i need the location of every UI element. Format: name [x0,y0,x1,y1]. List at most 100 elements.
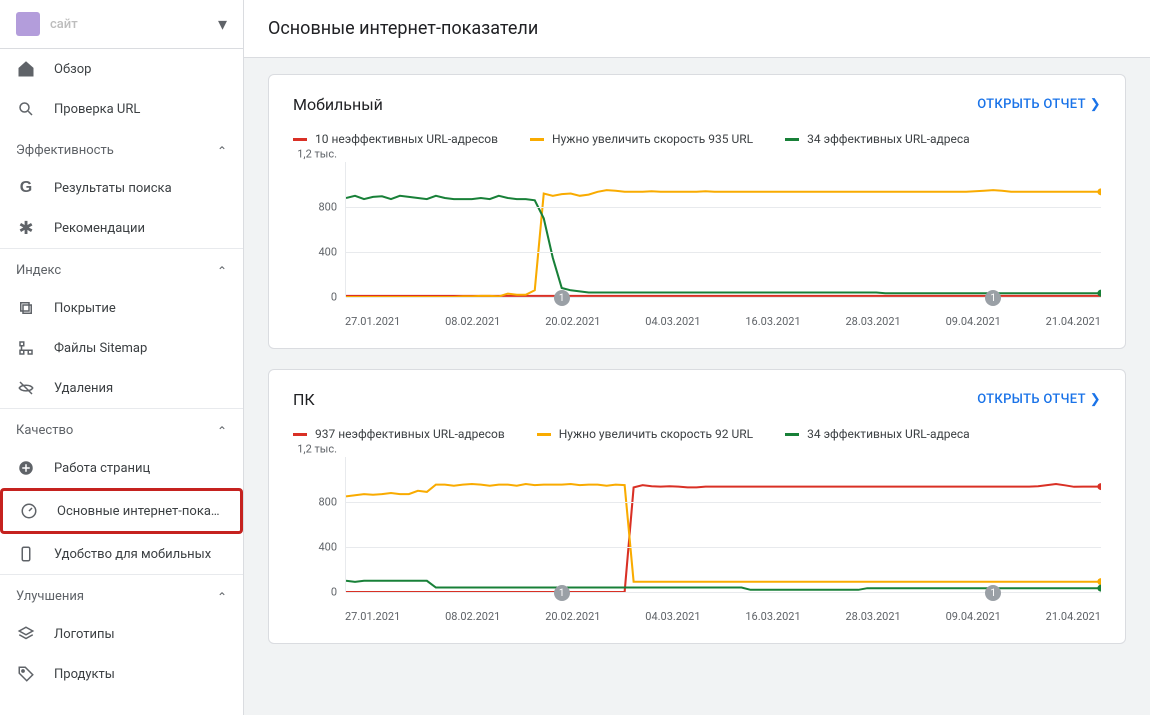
sidebar-item-label: Файлы Sitemap [54,341,227,356]
sitemap-icon [16,338,36,358]
x-tick: 08.02.2021 [445,610,500,623]
g-icon: G [16,178,36,198]
section-title: Индекс [16,263,217,278]
x-tick: 04.03.2021 [645,610,700,623]
legend-swatch [293,138,307,141]
sidebar-item-label: Продукты [54,667,227,682]
y-tick: 0 [331,586,337,599]
x-tick: 16.03.2021 [745,315,800,328]
section-title: Эффективность [16,143,217,158]
page-title: Основные интернет-показатели [244,0,1150,58]
y-tick: 400 [318,246,337,259]
sidebar-item-label: Рекомендации [54,221,227,236]
sidebar-item-label: Работа страниц [54,461,227,476]
tag-icon [16,664,36,684]
x-tick: 04.03.2021 [645,315,700,328]
sidebar-item-sitemap[interactable]: Файлы Sitemap [0,328,243,368]
legend: 937 неэффективных URL-адресовНужно увели… [293,427,1101,441]
x-tick: 27.01.2021 [345,610,400,623]
sidebar-item-no-eye[interactable]: Удаления [0,368,243,408]
section-header[interactable]: Улучшения⌃ [0,574,243,614]
x-tick: 16.03.2021 [745,610,800,623]
plus-circle-icon [16,458,36,478]
legend-swatch [530,138,544,141]
legend-item: 10 неэффективных URL-адресов [293,132,498,146]
chart-marker[interactable]: 1 [554,585,570,601]
mobile-icon [16,544,36,564]
speed-icon [19,501,39,521]
section-title: Улучшения [16,589,217,604]
sidebar-item-asterisk[interactable]: ✱ Рекомендации [0,208,243,248]
y-tick-top: 1,2 тыс. [297,148,337,161]
search-icon [16,99,36,119]
report-card: ПК ОТКРЫТЬ ОТЧЕТ ❯ 937 неэффективных URL-… [268,369,1126,644]
x-tick: 20.02.2021 [545,315,600,328]
sidebar-item-label: Результаты поиска [54,181,227,196]
property-logo [16,12,40,36]
property-selector[interactable]: сайт ▾ [0,0,243,49]
x-tick: 28.03.2021 [845,610,900,623]
chevron-up-icon: ⌃ [217,144,227,158]
y-tick: 800 [318,496,337,509]
content: Мобильный ОТКРЫТЬ ОТЧЕТ ❯ 10 неэффективны… [244,58,1150,715]
sidebar-item-copy[interactable]: Покрытие [0,288,243,328]
x-tick: 08.02.2021 [445,315,500,328]
x-tick: 09.04.2021 [946,315,1001,328]
chevron-up-icon: ⌃ [217,264,227,278]
legend-label: Нужно увеличить скорость 935 URL [552,132,753,146]
sidebar-item-label: Проверка URL [54,102,227,117]
sidebar-item-label: Основные интернет-показ… [57,504,224,519]
sidebar-item-label: Покрытие [54,301,227,316]
section-title: Качество [16,423,217,438]
chevron-right-icon: ❯ [1090,392,1101,407]
chart: 1,2 тыс. 0400800 11 27.01.202108.02.2021… [293,457,1101,623]
sidebar-item-layers[interactable]: Логотипы [0,614,243,654]
legend-swatch [785,138,799,141]
legend-swatch [785,433,799,436]
chevron-up-icon: ⌃ [217,424,227,438]
chart-marker[interactable]: 1 [985,290,1001,306]
legend-swatch [537,433,551,436]
x-tick: 21.04.2021 [1046,315,1101,328]
legend-item: 937 неэффективных URL-адресов [293,427,505,441]
x-tick: 28.03.2021 [845,315,900,328]
sidebar-item-home[interactable]: Обзор [0,49,243,89]
sidebar-item-g[interactable]: G Результаты поиска [0,168,243,208]
section-header[interactable]: Эффективность⌃ [0,129,243,168]
property-name: сайт [50,17,218,32]
x-tick: 20.02.2021 [545,610,600,623]
open-report-button[interactable]: ОТКРЫТЬ ОТЧЕТ❯ [977,97,1101,112]
sidebar-item-label: Удобство для мобильных [54,547,227,562]
section-header[interactable]: Качество⌃ [0,408,243,448]
y-tick: 800 [318,201,337,214]
sidebar-item-speed[interactable]: Основные интернет-показ… [0,488,243,534]
card-title: ПК [293,390,977,409]
y-tick: 400 [318,541,337,554]
home-icon [16,59,36,79]
sidebar-item-label: Обзор [54,62,227,77]
open-report-label: ОТКРЫТЬ ОТЧЕТ [977,97,1086,112]
x-tick: 27.01.2021 [345,315,400,328]
sidebar-item-mobile[interactable]: Удобство для мобильных [0,534,243,574]
chart-marker[interactable]: 1 [985,585,1001,601]
chevron-up-icon: ⌃ [217,590,227,604]
no-eye-icon [16,378,36,398]
chart-marker[interactable]: 1 [554,290,570,306]
legend-item: 34 эффективных URL-адреса [785,427,970,441]
sidebar: сайт ▾ ОбзорПроверка URL Эффективность⌃G… [0,0,244,715]
layers-icon [16,624,36,644]
legend-swatch [293,433,307,436]
open-report-label: ОТКРЫТЬ ОТЧЕТ [977,392,1086,407]
y-tick: 0 [331,291,337,304]
card-title: Мобильный [293,95,977,114]
section-header[interactable]: Индекс⌃ [0,248,243,288]
sidebar-item-tag[interactable]: Продукты [0,654,243,694]
legend-label: 10 неэффективных URL-адресов [315,132,498,146]
legend-label: 34 эффективных URL-адреса [807,132,970,146]
sidebar-item-search[interactable]: Проверка URL [0,89,243,129]
x-tick: 21.04.2021 [1046,610,1101,623]
sidebar-item-plus-circle[interactable]: Работа страниц [0,448,243,488]
open-report-button[interactable]: ОТКРЫТЬ ОТЧЕТ ❯ [977,392,1101,407]
legend-item: Нужно увеличить скорость 935 URL [530,132,753,146]
asterisk-icon: ✱ [16,218,36,238]
